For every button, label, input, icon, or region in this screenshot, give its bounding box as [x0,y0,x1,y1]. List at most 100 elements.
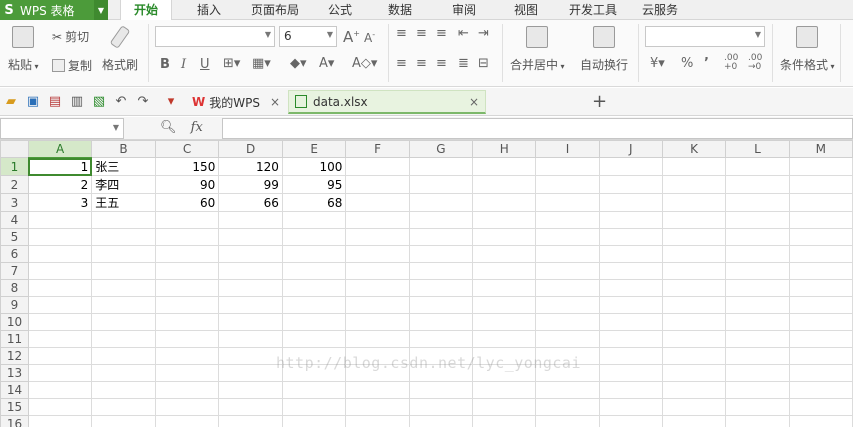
column-header[interactable]: M [788,140,853,158]
column-header[interactable]: A [27,140,93,159]
cell[interactable] [218,211,283,229]
cell[interactable] [408,175,474,194]
cell[interactable] [281,262,347,280]
copy-button[interactable]: 复制 [52,57,92,74]
cell[interactable]: 100 [281,157,347,176]
cell[interactable] [408,415,474,427]
cell[interactable] [408,157,474,176]
cell[interactable] [345,330,410,348]
open-folder-icon[interactable]: ▰ [4,95,18,109]
merge-center-button[interactable]: 合并居中 ▾ [510,26,565,73]
cell[interactable] [788,330,853,348]
cell[interactable] [661,381,727,399]
cell[interactable] [788,262,853,280]
cell[interactable] [281,279,347,297]
cell[interactable] [661,313,727,331]
cell[interactable] [472,157,537,176]
cell[interactable] [345,415,410,427]
row-header[interactable]: 3 [0,193,29,212]
cell[interactable] [408,228,474,246]
cell[interactable] [154,347,220,365]
cell[interactable] [598,193,663,212]
cell[interactable] [725,157,790,176]
cell[interactable]: 68 [281,193,347,212]
cell[interactable] [725,279,790,297]
cell[interactable] [598,364,663,382]
column-header[interactable]: K [661,140,727,158]
increase-decimal-button[interactable]: .00 +0 [724,54,738,72]
cell[interactable] [535,279,600,297]
doc-tab-data-xlsx[interactable]: data.xlsx × [288,90,486,114]
tab-insert[interactable]: 插入 [184,0,234,20]
cell[interactable] [281,296,347,314]
cell[interactable] [472,347,537,365]
close-icon[interactable]: × [270,95,280,109]
cell[interactable] [91,279,156,297]
fill-color-icon[interactable]: ◆▾ [290,56,307,71]
cell[interactable] [725,245,790,263]
cell[interactable] [788,175,853,194]
cell[interactable] [345,364,410,382]
cell[interactable] [598,398,663,416]
cell[interactable] [535,313,600,331]
cell[interactable]: 王五 [91,193,156,212]
cell[interactable] [725,347,790,365]
cell[interactable] [27,364,93,382]
cell[interactable] [788,347,853,365]
cell[interactable] [598,211,663,229]
row-header[interactable]: 10 [0,313,29,331]
cell[interactable] [472,279,537,297]
cell[interactable] [472,245,537,263]
clear-format-icon[interactable]: A◇▾ [352,56,377,71]
currency-icon[interactable]: ¥▾ [650,56,665,71]
cell[interactable] [598,347,663,365]
format-painter-button[interactable]: 格式刷 [102,25,138,73]
tab-formulas[interactable]: 公式 [318,0,362,20]
cell[interactable] [535,175,600,194]
cell[interactable] [218,245,283,263]
cell[interactable] [598,228,663,246]
cell[interactable] [281,364,347,382]
cell[interactable] [408,347,474,365]
decrease-decimal-button[interactable]: .00 →0 [748,54,762,72]
redo-icon[interactable]: ↷ [136,95,150,109]
cell[interactable] [725,175,790,194]
cell[interactable] [661,245,727,263]
row-header[interactable]: 8 [0,279,29,297]
cell[interactable] [535,228,600,246]
cell[interactable] [535,347,600,365]
distribute-icon[interactable]: ⊟ [478,56,489,71]
print-preview-icon[interactable]: ▧ [92,95,106,109]
cell[interactable] [218,381,283,399]
tab-page-layout[interactable]: 页面布局 [246,0,304,20]
cell[interactable] [725,262,790,280]
cell[interactable] [154,330,220,348]
cell[interactable] [345,245,410,263]
indent-increase-icon[interactable]: ⇥ [478,26,489,41]
cell[interactable] [154,296,220,314]
cell[interactable] [154,245,220,263]
cell[interactable] [27,415,93,427]
cell[interactable] [345,211,410,229]
column-header[interactable]: H [472,140,537,158]
cell[interactable] [661,228,727,246]
wrap-text-button[interactable]: 自动换行 [580,26,628,73]
row-header[interactable]: 2 [0,175,29,194]
cell[interactable] [788,398,853,416]
cell[interactable] [535,211,600,229]
cell[interactable] [472,313,537,331]
cell[interactable] [661,157,727,176]
cell[interactable] [408,381,474,399]
cell[interactable] [281,228,347,246]
cell[interactable] [281,381,347,399]
cell[interactable] [661,211,727,229]
cell[interactable] [661,415,727,427]
column-header[interactable]: J [598,140,663,158]
cell[interactable] [218,262,283,280]
cell[interactable] [218,347,283,365]
cell[interactable] [535,157,600,176]
cell[interactable]: 李四 [91,175,156,194]
cell[interactable] [661,364,727,382]
cell[interactable] [725,330,790,348]
row-header[interactable]: 15 [0,398,29,416]
